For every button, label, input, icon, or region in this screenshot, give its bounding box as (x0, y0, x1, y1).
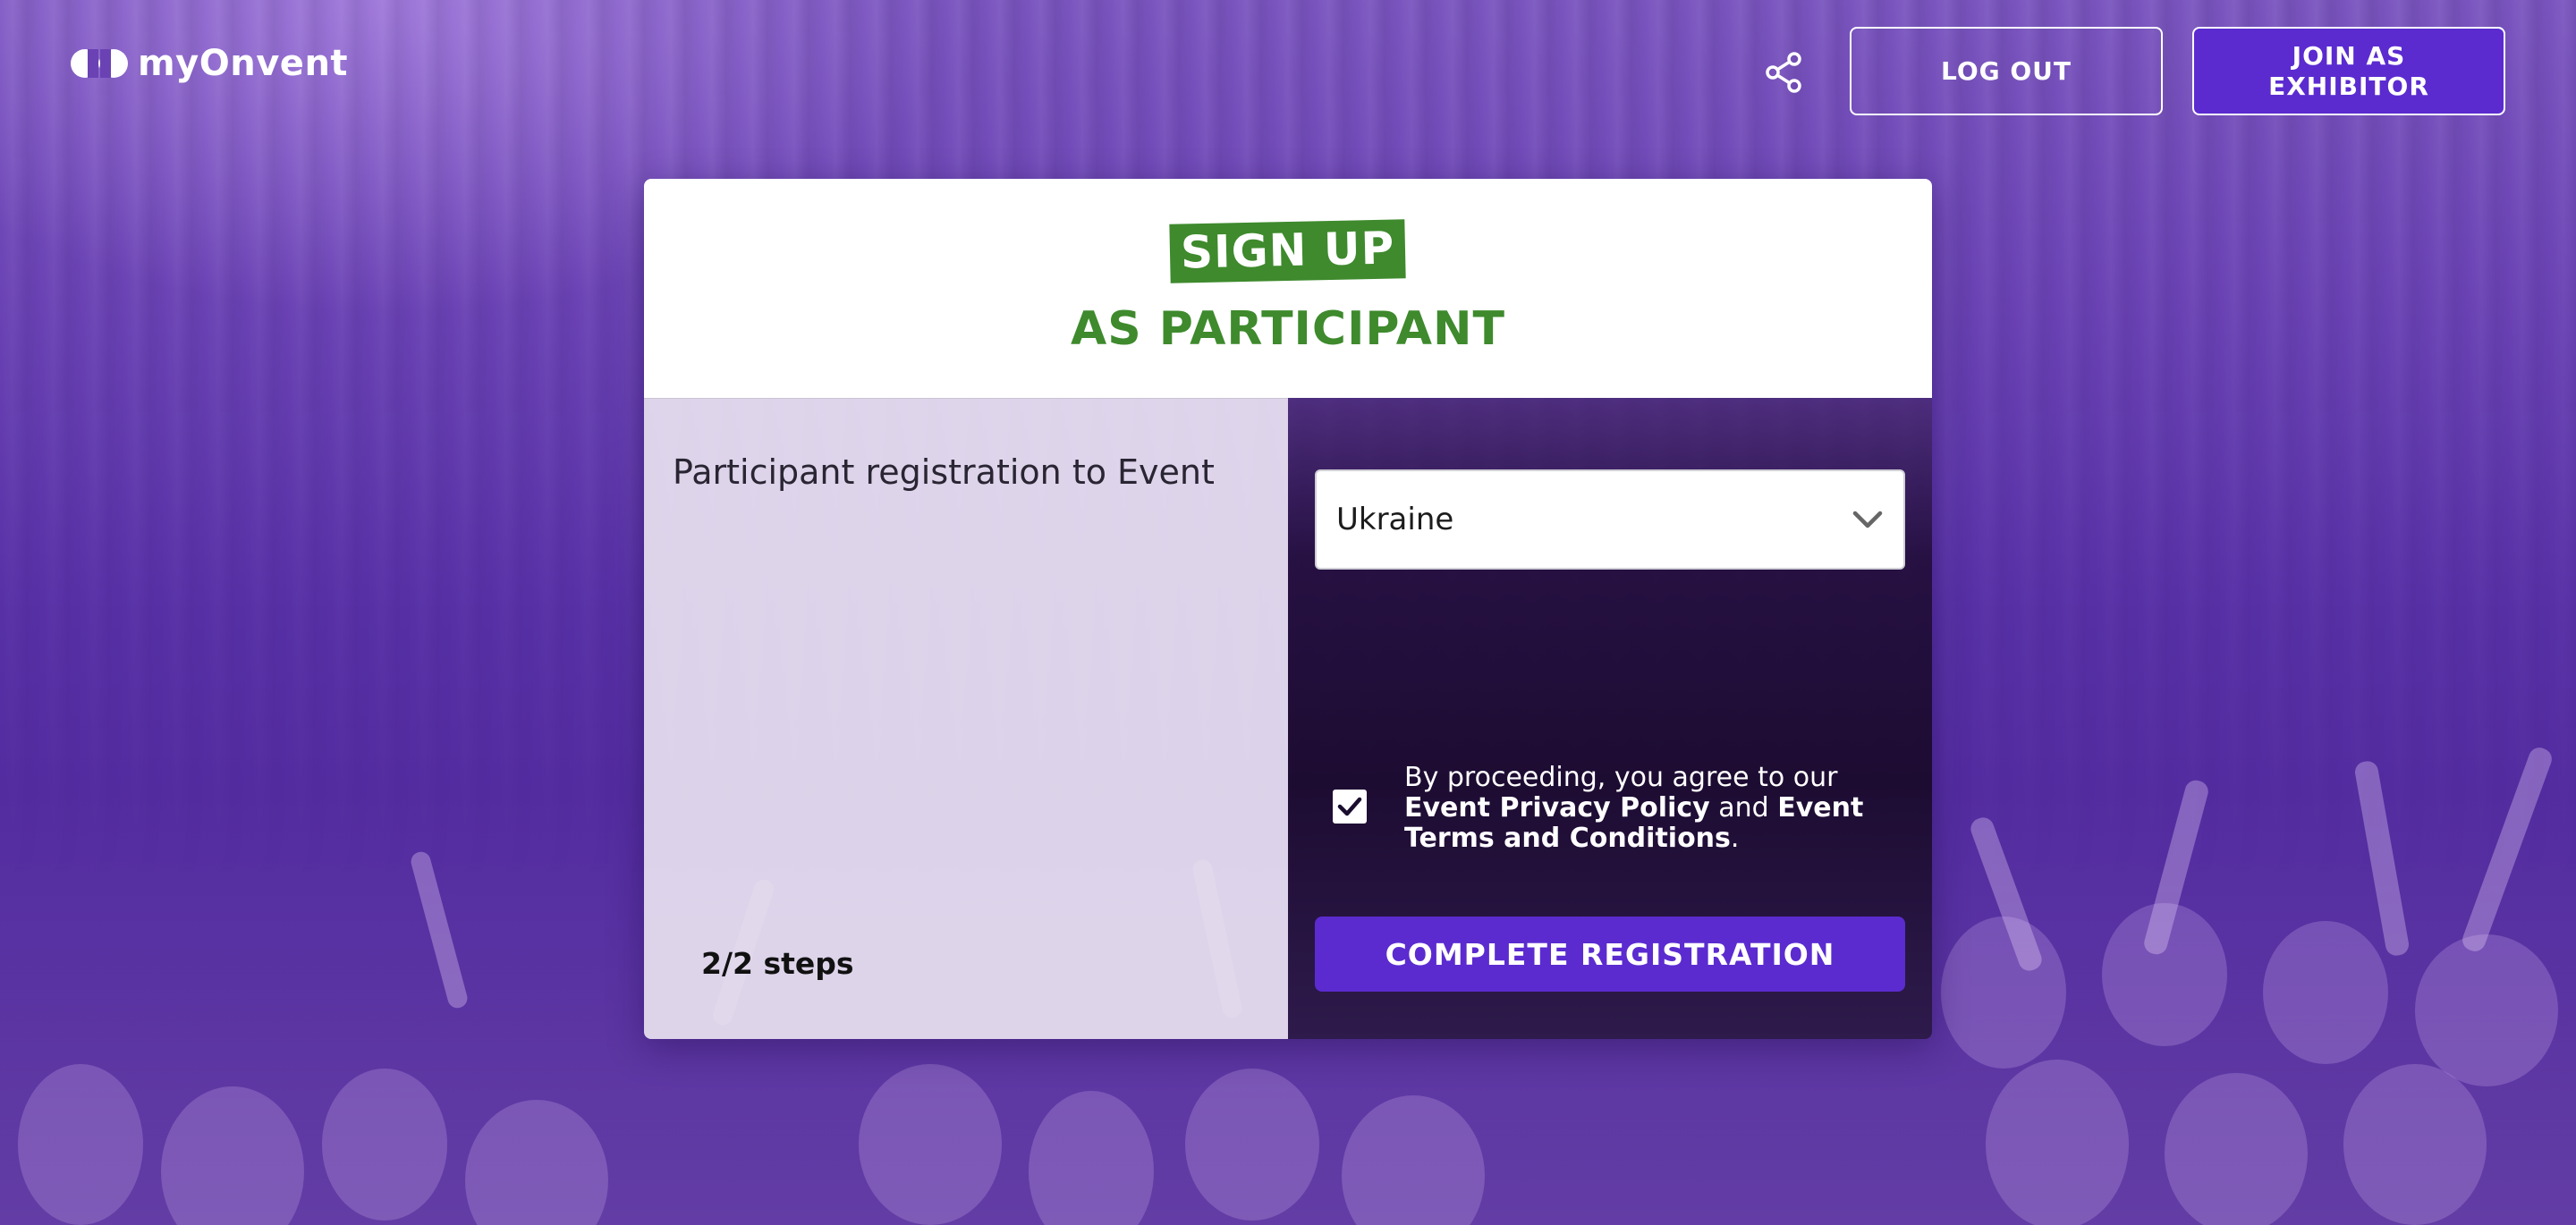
signup-card: SIGN UP AS PARTICIPANT Participant regis… (644, 179, 1932, 1039)
registration-title: Participant registration to Event (673, 452, 1215, 492)
logo-text: myOnvent (138, 43, 349, 84)
signup-badge: SIGN UP (1169, 219, 1407, 283)
chevron-down-icon (1852, 511, 1883, 528)
checkmark-icon (1337, 797, 1362, 816)
share-button[interactable] (1758, 50, 1809, 95)
country-select[interactable]: Ukraine (1315, 469, 1905, 570)
agreement-text: By proceeding, you agree to our Event Pr… (1404, 763, 1905, 854)
agreement-row: By proceeding, you agree to our Event Pr… (1333, 763, 1905, 854)
logo-mark-icon (70, 48, 129, 79)
form-panel: Ukraine By proceeding, you agree to our … (1288, 398, 1932, 1039)
card-header: SIGN UP AS PARTICIPANT (644, 179, 1932, 398)
agree-checkbox[interactable] (1333, 790, 1367, 824)
info-panel: Participant registration to Event 2/2 st… (644, 398, 1288, 1039)
country-select-value: Ukraine (1336, 502, 1454, 537)
complete-registration-button[interactable]: COMPLETE REGISTRATION (1315, 917, 1905, 992)
agreement-suffix: . (1730, 823, 1740, 854)
logout-button[interactable]: LOG OUT (1850, 27, 2163, 115)
agreement-prefix: By proceeding, you agree to our (1404, 762, 1846, 793)
page-title: AS PARTICIPANT (1071, 302, 1505, 356)
share-icon (1766, 52, 1801, 93)
privacy-policy-link[interactable]: Event Privacy Policy (1404, 792, 1710, 824)
step-indicator: 2/2 steps (701, 946, 854, 981)
join-as-exhibitor-button[interactable]: JOIN AS EXHIBITOR (2192, 27, 2505, 115)
agreement-and: and (1709, 792, 1778, 824)
logo[interactable]: myOnvent (70, 43, 348, 84)
